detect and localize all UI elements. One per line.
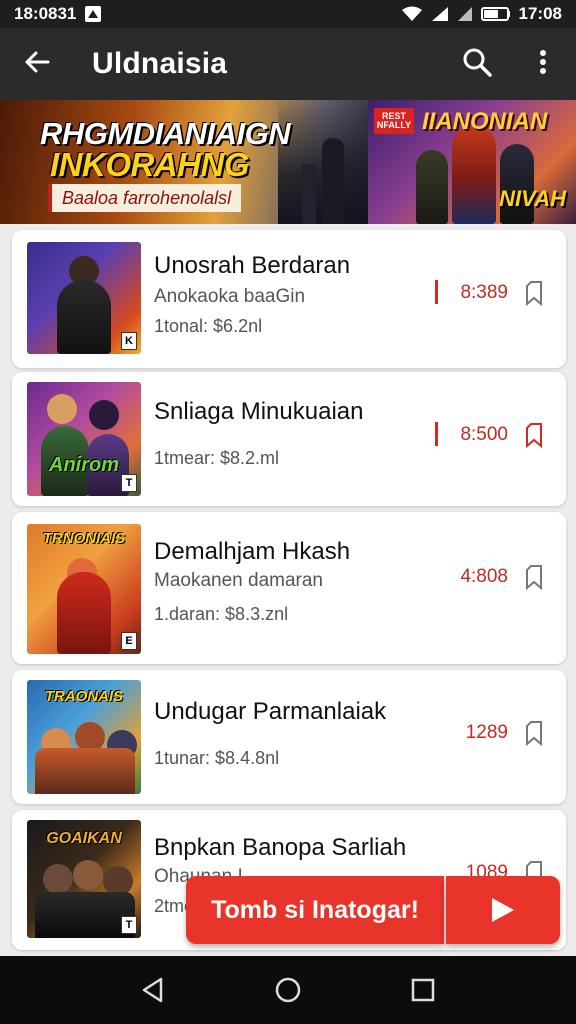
price-marker: [435, 422, 438, 446]
item-thumbnail[interactable]: TRAONAIS: [27, 680, 141, 794]
thumb-rating-badge: T: [121, 916, 137, 934]
nav-recents-icon: [411, 978, 434, 1002]
game-list[interactable]: K Unosrah Berdaran Anokaoka baaGin 1tona…: [0, 224, 576, 956]
banner-tower: [322, 138, 344, 224]
thumb-character: [57, 280, 111, 354]
item-price: 4:808: [460, 566, 508, 587]
status-right: 17:08: [401, 4, 562, 24]
item-subtitle: Maokanen damaran: [154, 570, 323, 591]
bookmark-button[interactable]: [522, 564, 546, 591]
notification-icon: [84, 5, 102, 23]
item-price: 1289: [465, 722, 508, 743]
promo-banner[interactable]: RHGMDIANIAIGN INKORAHNG Baaloa farroheno…: [0, 100, 576, 224]
play-button[interactable]: [446, 876, 560, 944]
item-meta: 1tmear: $8.2.ml: [154, 448, 280, 468]
item-thumbnail[interactable]: K: [27, 242, 141, 354]
nav-home-icon: [275, 977, 301, 1003]
signal-icon-2: [457, 6, 473, 22]
nav-back-button[interactable]: [133, 970, 173, 1010]
bookmark-button[interactable]: [522, 422, 546, 449]
signal-icon: [431, 6, 449, 22]
thumb-characters: [35, 892, 135, 938]
banner-subtitle: Baaloa farrohenolalsl: [48, 184, 242, 212]
thumb-label: TRNONIAIS: [42, 530, 126, 547]
back-button[interactable]: [0, 28, 74, 100]
thumb-character: [57, 572, 111, 654]
item-subtitle: Anokaoka baaGin: [154, 286, 306, 307]
thumb-character-head: [43, 864, 73, 894]
banner-side-tag: NIVAH: [499, 186, 566, 211]
back-arrow-icon: [23, 48, 51, 81]
item-meta: 1tunar: $8.4.8nl: [154, 748, 280, 768]
item-title: Undugar Parmanlaiak: [154, 698, 387, 725]
thumb-rating-badge: T: [121, 474, 137, 492]
status-bar: 18:0831 17:08: [0, 0, 576, 28]
thumb-character-head: [47, 394, 77, 424]
banner-main[interactable]: RHGMDIANIAIGN INKORAHNG Baaloa farroheno…: [0, 100, 368, 224]
status-left: 18:0831: [14, 4, 102, 24]
more-vert-icon: [539, 49, 547, 80]
price-marker: [435, 280, 438, 304]
item-thumbnail[interactable]: Anirom T: [27, 382, 141, 496]
bookmark-icon: [526, 721, 542, 747]
list-item[interactable]: TRNONIAIS E Demalhjam Hkash Maokanen dam…: [12, 512, 566, 664]
banner-hero-right: [500, 144, 534, 224]
search-button[interactable]: [444, 28, 510, 100]
bookmark-icon: [526, 565, 542, 591]
banner-side-title: IIANONIAN: [422, 108, 548, 135]
thumb-characters: [35, 748, 135, 794]
banner-tower-2: [302, 164, 316, 224]
item-price: 8:500: [460, 424, 508, 445]
item-title: Snliaga Minukuaian: [154, 398, 364, 425]
thumb-character-head-2: [73, 860, 103, 890]
item-title: Unosrah Berdaran: [154, 252, 351, 279]
list-item[interactable]: Anirom T Snliaga Minukuaian 1tmear: $8.2…: [12, 372, 566, 506]
item-thumbnail[interactable]: GOAIKAN T: [27, 820, 141, 938]
item-title: Demalhjam Hkash: [154, 538, 351, 565]
item-meta: 1.daran: $8.3.znl: [154, 604, 289, 624]
battery-icon: [480, 6, 511, 22]
nav-home-button[interactable]: [268, 970, 308, 1010]
floating-action: Tomb si Inatogar!: [186, 876, 560, 944]
item-meta: 1tonal: $6.2nl: [154, 316, 263, 336]
list-item[interactable]: TRAONAIS Undugar Parmanlaiak 1tunar: $8.…: [12, 670, 566, 804]
banner-hero-left: [416, 150, 448, 224]
status-time-left: 18:0831: [14, 4, 77, 23]
item-title: Bnpkan Banopa Sarliah: [154, 834, 407, 861]
thumb-rating-badge: E: [121, 632, 137, 650]
wifi-icon: [401, 6, 423, 22]
banner-side[interactable]: REST NFALLY IIANONIAN NIVAH: [368, 100, 576, 224]
banner-title-line2: INKORAHNG: [50, 146, 250, 183]
banner-side-badge: REST NFALLY: [374, 108, 414, 134]
bookmark-button[interactable]: [522, 280, 546, 307]
bookmark-icon: [526, 423, 542, 449]
play-icon: [492, 898, 514, 922]
bookmark-icon: [526, 281, 542, 307]
nav-recents-button[interactable]: [403, 970, 443, 1010]
thumb-label: GOAIKAN: [46, 830, 122, 847]
more-options-button[interactable]: [510, 28, 576, 100]
list-item[interactable]: K Unosrah Berdaran Anokaoka baaGin 1tona…: [12, 230, 566, 368]
thumb-label: Anirom: [49, 454, 119, 476]
page-title: Uldnaisia: [92, 47, 228, 80]
status-time-right: 17:08: [518, 4, 562, 23]
item-price: 8:389: [460, 282, 508, 303]
app-bar: Uldnaisia: [0, 28, 576, 100]
install-button[interactable]: Tomb si Inatogar!: [186, 876, 444, 944]
thumb-label: TRAONAIS: [44, 688, 124, 705]
thumb-rating-badge: K: [121, 332, 137, 350]
search-icon: [462, 47, 492, 82]
nav-back-icon: [143, 977, 163, 1003]
system-nav-bar: [0, 956, 576, 1024]
thumb-character-head-2: [89, 400, 119, 430]
banner-hero-center: [452, 126, 496, 224]
bookmark-button[interactable]: [522, 720, 546, 747]
item-thumbnail[interactable]: TRNONIAIS E: [27, 524, 141, 654]
